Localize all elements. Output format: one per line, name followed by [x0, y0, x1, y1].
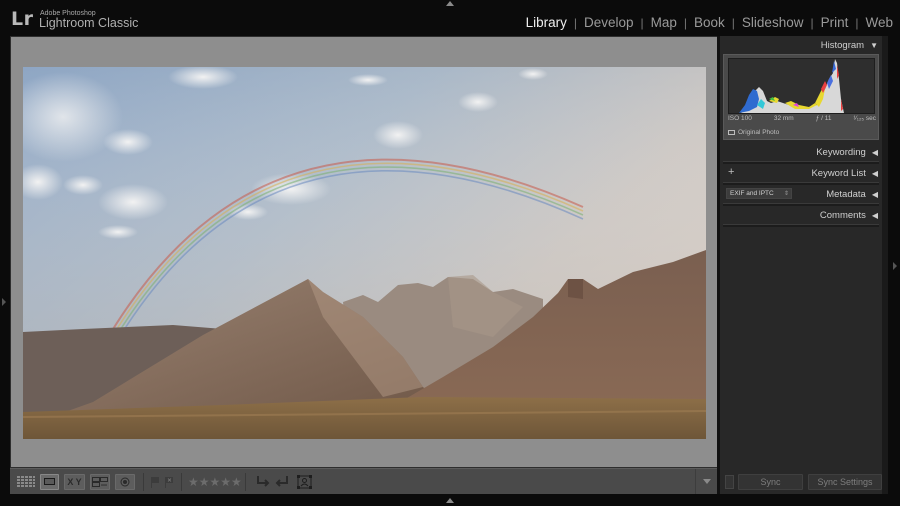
survey-view-button[interactable]: [90, 473, 110, 490]
module-separator: |: [731, 15, 735, 30]
grid-view-button[interactable]: [16, 474, 35, 490]
star-rating[interactable]: ★★★★★: [188, 475, 242, 489]
loupe-view-icon: [44, 478, 55, 485]
module-print[interactable]: Print: [821, 15, 849, 30]
original-photo-checkbox-icon: [728, 130, 735, 135]
original-photo-indicator: Original Photo: [728, 129, 779, 136]
sync-button[interactable]: Sync: [737, 474, 804, 490]
original-photo-label: Original Photo: [738, 129, 780, 136]
lr-logo: Lr: [11, 8, 34, 30]
module-separator: |: [683, 15, 688, 30]
metadata-preset-select[interactable]: EXIF and IPTC ⇕: [726, 188, 792, 199]
sync-controls: Sync Sync Settings: [723, 472, 882, 492]
module-separator: |: [810, 15, 814, 30]
reject-flag-icon[interactable]: [164, 476, 174, 488]
loupe-view-button[interactable]: [40, 473, 59, 490]
left-panel-edge: [0, 36, 10, 494]
right-panel: Histogram ▼ ISO 100 32 mm ƒ / 11 ¹⁄₁₂₅ s…: [717, 36, 882, 494]
expand-arrow-icon: ◀: [871, 189, 878, 199]
select-arrows-icon: ⇕: [783, 191, 789, 197]
rotate-left-icon[interactable]: [255, 475, 271, 489]
survey-view-icon: [92, 476, 108, 487]
focal-length-value: 32 mm: [773, 115, 794, 122]
module-library[interactable]: Library: [526, 15, 567, 30]
identity-plate-bar: Lr Adobe Photoshop Lightroom Classic Lib…: [0, 0, 900, 36]
photo-preview[interactable]: [23, 67, 706, 439]
module-separator: |: [640, 15, 644, 30]
grid-view-icon: [16, 475, 35, 487]
people-view-button[interactable]: [115, 473, 135, 490]
collapse-arrow-icon: ▼: [870, 40, 878, 50]
module-web[interactable]: Web: [865, 15, 893, 30]
toolbar-divider: [143, 472, 144, 491]
comments-panel-header[interactable]: Comments ◀: [720, 206, 882, 224]
filmstrip-edge: [0, 494, 900, 506]
toolbar-content-menu[interactable]: [695, 469, 717, 494]
expand-left-panel-icon[interactable]: [2, 298, 6, 306]
add-keyword-button[interactable]: +: [728, 166, 734, 178]
expand-arrow-icon: ◀: [871, 147, 878, 157]
metadata-preset-value: EXIF and IPTC: [730, 190, 774, 197]
module-slideshow[interactable]: Slideshow: [742, 15, 804, 30]
toolbar-divider: [244, 472, 246, 491]
loupe-view: [10, 36, 717, 468]
pick-flag-icon[interactable]: [150, 476, 160, 488]
toolbar-divider: [181, 472, 182, 491]
people-view-icon: [120, 477, 130, 486]
auto-sync-switch[interactable]: [725, 475, 734, 489]
expand-filmstrip-icon[interactable]: [446, 498, 454, 503]
aperture-value: ƒ / 11: [815, 115, 832, 122]
iso-value: ISO 100: [728, 115, 752, 122]
expand-arrow-icon: ◀: [871, 168, 878, 178]
module-develop[interactable]: Develop: [584, 15, 634, 30]
keywording-title: Keywording: [816, 146, 866, 158]
histogram-panel: ISO 100 32 mm ƒ / 11 ¹⁄₁₂₅ sec Original …: [723, 54, 879, 140]
compare-view-icon: X Y: [67, 476, 82, 487]
exif-info-row: ISO 100 32 mm ƒ / 11 ¹⁄₁₂₅ sec: [728, 115, 876, 122]
histogram-panel-header[interactable]: Histogram ▼: [720, 36, 882, 54]
expand-arrow-icon: ◀: [871, 210, 878, 220]
collapse-top-panel-icon[interactable]: [446, 1, 454, 6]
collapse-right-panel-icon[interactable]: [893, 262, 897, 270]
lightroom-window: Lr Adobe Photoshop Lightroom Classic Lib…: [0, 0, 900, 506]
rotate-right-icon[interactable]: [274, 475, 290, 489]
histogram-chart: [739, 59, 844, 113]
module-separator: |: [855, 15, 859, 30]
right-panel-scrollbar[interactable]: [882, 36, 888, 494]
right-panel-edge: [882, 36, 900, 494]
module-picker: Library | Develop | Map | Book | Slidesh…: [526, 15, 893, 30]
module-separator: |: [573, 15, 577, 30]
histogram-graph[interactable]: [728, 58, 875, 114]
chevron-down-icon: [702, 479, 711, 484]
module-book[interactable]: Book: [694, 15, 725, 30]
sync-settings-button[interactable]: Sync Settings: [808, 474, 882, 490]
panel-divider: [723, 224, 879, 227]
face-region-icon[interactable]: [296, 474, 314, 490]
histogram-title: Histogram: [820, 39, 865, 51]
landscape-photo: [23, 67, 706, 439]
compare-view-button[interactable]: X Y: [64, 473, 85, 490]
library-toolbar: X Y ★★★★★: [10, 468, 717, 494]
keyword-list-title: Keyword List: [811, 167, 866, 179]
module-map[interactable]: Map: [651, 15, 677, 30]
metadata-title: Metadata: [826, 188, 866, 200]
keyword-list-panel-header[interactable]: + Keyword List ◀: [720, 164, 882, 182]
comments-title: Comments: [819, 209, 866, 221]
keywording-panel-header[interactable]: Keywording ◀: [720, 143, 882, 161]
metadata-panel-header[interactable]: EXIF and IPTC ⇕ Metadata ◀: [720, 185, 882, 203]
brand-title: Lightroom Classic: [39, 16, 139, 30]
shutter-speed-value: ¹⁄₁₂₅ sec: [853, 115, 876, 122]
